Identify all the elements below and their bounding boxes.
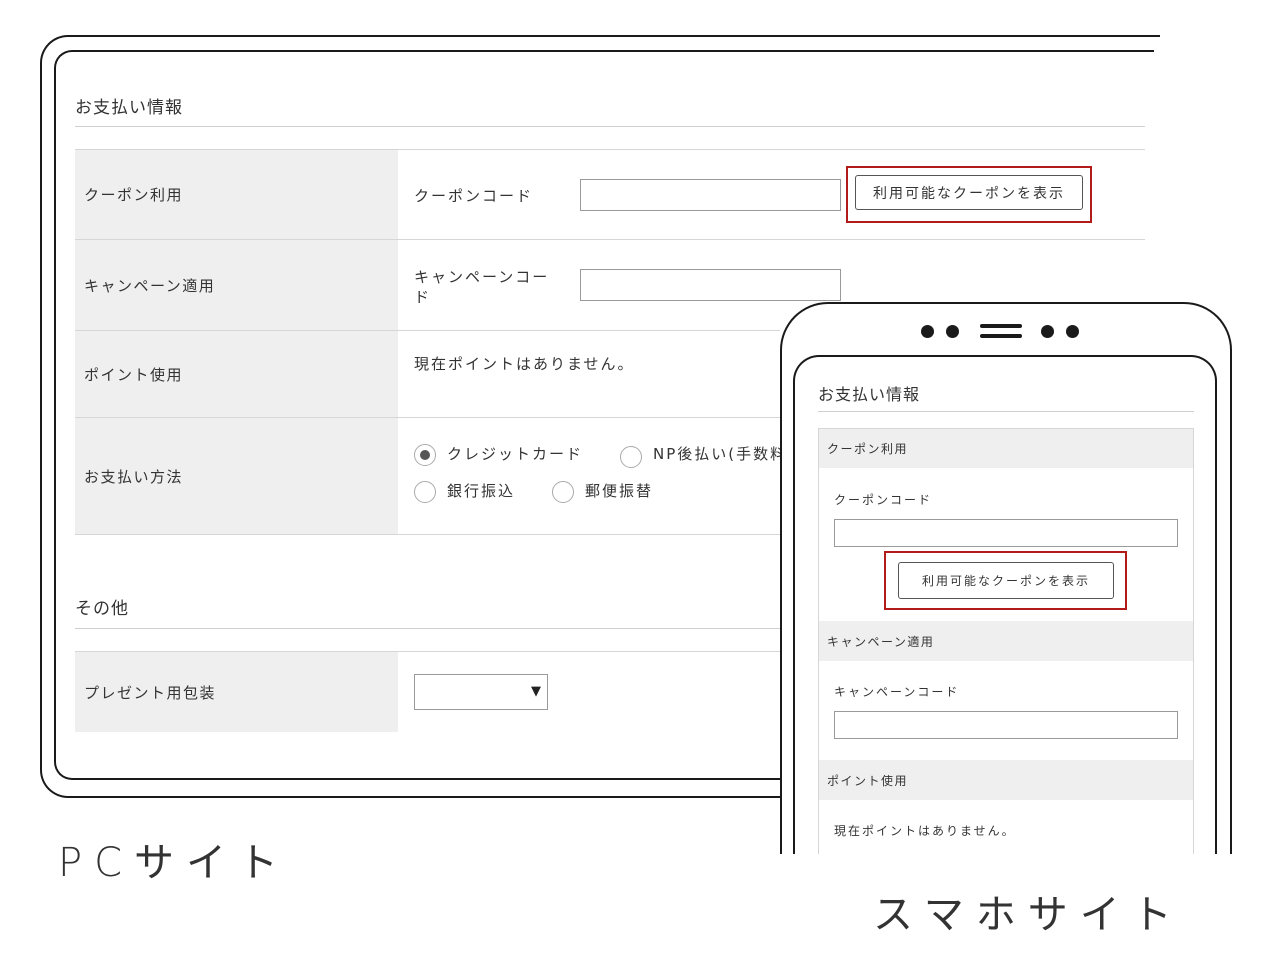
sp-coupon-header-text: クーポン利用 [827, 442, 909, 456]
sp-payment-section-title: お支払い情報 [818, 385, 921, 404]
pc-radio-credit-card[interactable] [414, 444, 436, 466]
sp-campaign-header: キャンペーン適用 [819, 621, 1193, 661]
pc-campaign-row-label: キャンペーン適用 [75, 240, 398, 330]
pc-gift-wrap-select[interactable]: ▼ [414, 674, 548, 710]
sp-points-header: ポイント使用 [819, 760, 1193, 800]
pc-points-row-label: ポイント使用 [75, 331, 398, 417]
sp-points-header-text: ポイント使用 [827, 773, 909, 788]
pc-radio-bank-transfer-label[interactable]: 銀行振込 [447, 480, 515, 501]
phone-camera-dot [921, 325, 934, 338]
sp-campaign-code-input[interactable] [834, 711, 1178, 739]
pc-campaign-code-label-line1: キャンペーンコー [414, 268, 550, 286]
pc-coupon-row-label: クーポン利用 [75, 150, 398, 239]
pc-radio-credit-card-label[interactable]: クレジットカード [447, 443, 583, 464]
phone-screen: お支払い情報 クーポン利用 クーポンコード 利用可能なクーポンを表示 キャンペー… [793, 355, 1217, 855]
pc-radio-bank-transfer[interactable] [414, 481, 436, 503]
pc-coupon-label-text: クーポン利用 [84, 186, 184, 204]
phone-sensor-dot [1041, 325, 1054, 338]
sp-site-caption: スマホサイト [873, 892, 1184, 938]
chevron-down-icon: ▼ [531, 684, 541, 699]
pc-gift-wrap-row-label: プレゼント用包装 [75, 652, 398, 732]
pc-radio-postal-transfer[interactable] [552, 481, 574, 503]
phone-sensor-dot [1066, 325, 1079, 338]
pc-points-label-text: ポイント使用 [84, 365, 184, 384]
pc-campaign-code-input[interactable] [580, 269, 841, 301]
pc-section-divider [75, 126, 1145, 127]
pc-points-text: 現在ポイントはありません。 [414, 355, 635, 373]
sp-show-coupons-button[interactable]: 利用可能なクーポンを表示 [898, 562, 1114, 599]
pc-other-section-title: その他 [75, 599, 129, 619]
pc-radio-postal-transfer-label[interactable]: 郵便振替 [585, 480, 653, 501]
pc-campaign-label-text: キャンペーン適用 [84, 276, 216, 295]
phone-camera-dot [946, 325, 959, 338]
pc-gift-wrap-label-text: プレゼント用包装 [84, 683, 217, 702]
phone-crop-mask [770, 854, 1240, 874]
phone-speaker-bar [980, 324, 1022, 328]
sp-section-divider [818, 411, 1194, 412]
pc-campaign-code-label-line2: ド [414, 288, 432, 306]
pc-payment-section-title: お支払い情報 [75, 98, 183, 118]
pc-radio-np-deferred[interactable] [620, 446, 642, 468]
sp-campaign-header-text: キャンペーン適用 [827, 634, 935, 649]
pc-site-caption: PCサイト [58, 840, 291, 886]
sp-campaign-code-label: キャンペーンコード [834, 685, 960, 699]
sp-points-text: 現在ポイントはありません。 [834, 824, 1016, 838]
pc-payment-method-row-label: お支払い方法 [75, 418, 398, 534]
pc-show-coupons-button[interactable]: 利用可能なクーポンを表示 [855, 175, 1083, 210]
sp-coupon-code-input[interactable] [834, 519, 1178, 547]
pc-coupon-code-label: クーポンコード [414, 187, 534, 205]
sp-coupon-header: クーポン利用 [819, 429, 1193, 468]
pc-radio-np-deferred-label[interactable]: NP後払い(手数料 [653, 443, 787, 464]
pc-payment-method-label-text: お支払い方法 [84, 467, 184, 486]
sp-coupon-code-label: クーポンコード [834, 493, 933, 507]
pc-coupon-code-input[interactable] [580, 179, 841, 211]
phone-speaker-bar [980, 334, 1022, 338]
